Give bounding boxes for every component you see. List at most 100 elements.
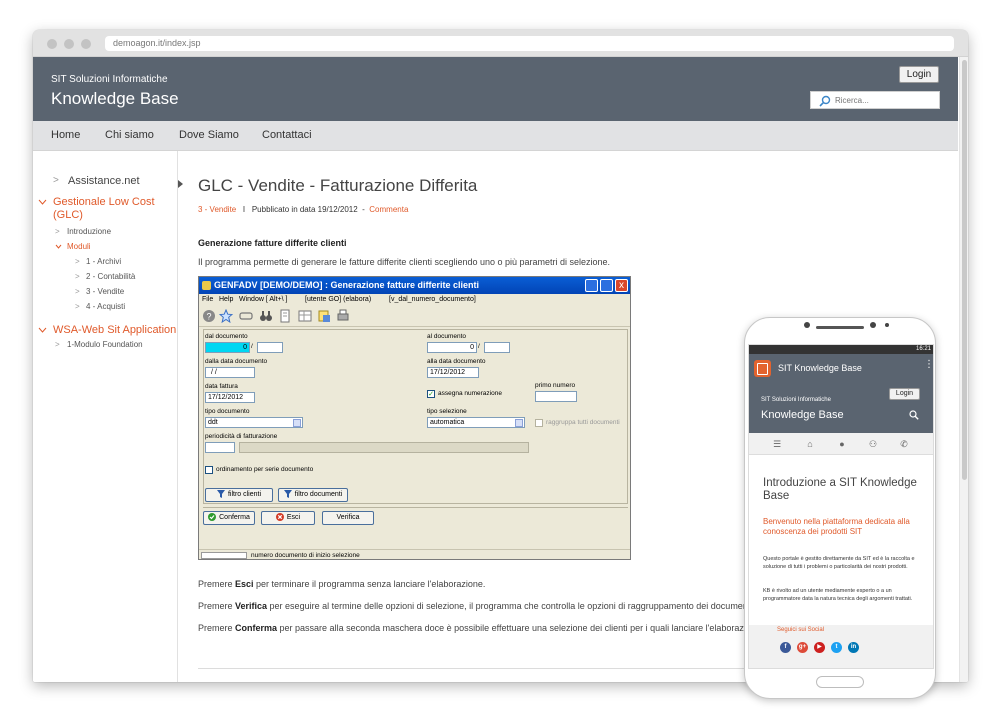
window-close-dot[interactable] <box>47 39 57 49</box>
field-dal-documento-serie[interactable] <box>257 342 283 353</box>
home-icon[interactable]: ⌂ <box>804 438 816 450</box>
sidebar-item-archivi[interactable]: > 1 - Archivi <box>75 257 121 266</box>
mobile-nav: ☰ ⌂ ● ⚇ ✆ <box>749 433 933 455</box>
svg-text:?: ? <box>206 312 211 322</box>
phone-home-button[interactable] <box>816 676 864 688</box>
sidebar-item-vendite[interactable]: > 3 - Vendite <box>75 287 124 296</box>
page-scrollbar[interactable] <box>959 57 968 682</box>
grid-icon[interactable] <box>298 309 312 323</box>
scrollbar-thumb[interactable] <box>962 60 967 480</box>
sidebar-item-label: 3 - Vendite <box>86 287 125 296</box>
checkbox-ordinamento[interactable] <box>205 466 213 474</box>
checkbox-raggruppa[interactable] <box>535 419 543 427</box>
field-alla-data[interactable]: 17/12/2012 <box>427 367 479 378</box>
window-minimize-dot[interactable] <box>64 39 74 49</box>
app-menubar: File Help Window [ Alt+\ ] [utente GO] (… <box>199 294 630 305</box>
chevron-down-icon <box>55 244 62 249</box>
checkbox-assegna-numerazione[interactable]: ✓ <box>427 390 435 398</box>
filtro-clienti-button[interactable]: filtro clienti <box>205 488 273 502</box>
nav-item-home[interactable]: Home <box>51 129 80 141</box>
star-icon[interactable] <box>219 309 233 323</box>
conferma-button[interactable]: Conferma <box>203 511 255 525</box>
mobile-page-subtitle: Benvenuto nella piattaforma dedicata all… <box>763 517 910 536</box>
intro-paragraph: Il programma permette di generare le fat… <box>198 257 611 267</box>
category-link[interactable]: 3 - Vendite <box>198 205 236 214</box>
paragraph-keyword: Conferma <box>235 623 278 633</box>
sidebar-item-foundation[interactable]: > 1-Modulo Foundation <box>55 340 143 349</box>
label-tipo-documento: tipo documento <box>205 408 250 415</box>
meta-dash: - <box>362 205 365 214</box>
org-icon[interactable]: ⚇ <box>867 438 879 450</box>
browser-toolbar: demoagon.it/index.jsp <box>33 30 968 57</box>
comment-link[interactable]: Commenta <box>369 205 408 214</box>
field-dalla-data[interactable]: / / <box>205 367 255 378</box>
label-periodicita: periodicità di fatturazione <box>205 433 278 440</box>
verifica-button[interactable]: Verifica <box>322 511 374 525</box>
document-icon[interactable] <box>278 309 292 323</box>
sidebar-item-contabilita[interactable]: > 2 - Contabilità <box>75 272 135 281</box>
app-menu-utente[interactable]: [utente GO] (elabora) <box>305 294 371 305</box>
sidebar-item-acquisti[interactable]: > 4 - Acquisti <box>75 302 125 311</box>
kebab-menu-icon[interactable]: ⋮ <box>924 360 933 370</box>
field-primo-numero[interactable] <box>535 391 577 402</box>
cancel-circle-icon <box>275 513 284 522</box>
nav-item-dove-siamo[interactable]: Dove Siamo <box>179 129 239 141</box>
select-tipo-selezione[interactable]: automatica <box>427 417 525 428</box>
kb-app-icon <box>754 360 771 377</box>
phone-icon[interactable]: ✆ <box>898 438 910 450</box>
sidebar-item-introduzione[interactable]: > Introduzione <box>55 227 111 236</box>
page-title: GLC - Vendite - Fatturazione Differita <box>198 176 478 195</box>
select-tipo-documento[interactable]: ddt <box>205 417 303 428</box>
sidebar-item-label: 1 - Archivi <box>86 257 122 266</box>
address-bar[interactable]: demoagon.it/index.jsp <box>105 36 954 51</box>
paragraph-conferma: Premere Conferma per passare alla second… <box>198 623 763 633</box>
nav-item-contattaci[interactable]: Contattaci <box>262 129 312 141</box>
app-close-button[interactable]: x <box>615 279 628 292</box>
nav-item-chi-siamo[interactable]: Chi siamo <box>105 129 154 141</box>
field-periodicita-codice[interactable] <box>205 442 235 453</box>
linkedin-icon[interactable]: in <box>848 642 859 653</box>
app-minimize-button[interactable] <box>585 279 598 292</box>
search-icon[interactable] <box>909 410 919 420</box>
sidebar-item-wsa[interactable]: WSA-Web Sit Application <box>38 324 176 336</box>
app-menu-help[interactable]: Help <box>219 294 233 305</box>
google-plus-icon[interactable]: g+ <box>797 642 808 653</box>
export-icon[interactable] <box>317 309 331 323</box>
filtro-documenti-button[interactable]: filtro documenti <box>278 488 348 502</box>
link-icon[interactable] <box>239 309 253 323</box>
field-dal-documento[interactable]: 0 <box>205 342 250 353</box>
search-box[interactable] <box>810 91 940 109</box>
main-nav: Home Chi siamo Dove Siamo Contattaci <box>33 121 958 151</box>
user-icon[interactable]: ● <box>836 438 848 450</box>
login-button[interactable]: Login <box>899 66 939 83</box>
meta-separator: I <box>242 205 246 214</box>
app-maximize-button[interactable] <box>600 279 613 292</box>
facebook-icon[interactable]: f <box>780 642 791 653</box>
esci-button[interactable]: Esci <box>261 511 315 525</box>
phone-mockup: 16:21 SIT Knowledge Base ⋮ Login SIT Sol… <box>744 317 936 699</box>
dropdown-arrow-icon[interactable] <box>515 419 523 427</box>
menu-icon[interactable]: ☰ <box>771 438 783 450</box>
site-title[interactable]: Knowledge Base <box>51 89 179 109</box>
window-maximize-dot[interactable] <box>81 39 91 49</box>
app-menu-file[interactable]: File <box>202 294 213 305</box>
app-menu-window[interactable]: Window [ Alt+\ ] <box>239 294 287 305</box>
print-icon[interactable] <box>336 309 350 323</box>
twitter-icon[interactable]: t <box>831 642 842 653</box>
help-icon[interactable]: ? <box>202 309 216 323</box>
search-input[interactable] <box>835 94 935 107</box>
mobile-login-button[interactable]: Login <box>889 388 920 400</box>
youtube-icon[interactable]: ▶ <box>814 642 825 653</box>
field-al-documento[interactable]: 0 <box>427 342 477 353</box>
sidebar-item-glc[interactable]: Gestionale Low Cost (GLC) <box>38 196 155 222</box>
label-ordinamento: ordinamento per serie documento <box>216 466 314 473</box>
binoculars-icon[interactable] <box>259 309 273 323</box>
chevron-right-icon: > <box>75 257 80 266</box>
sidebar-item-moduli[interactable]: Moduli <box>55 242 91 251</box>
dropdown-arrow-icon[interactable] <box>293 419 301 427</box>
mobile-site-title[interactable]: Knowledge Base <box>761 409 844 421</box>
field-al-documento-serie[interactable] <box>484 342 510 353</box>
sidebar-item-assistance[interactable]: > Assistance.net <box>53 175 140 187</box>
field-data-fattura[interactable]: 17/12/2012 <box>205 392 255 403</box>
filtro-documenti-label: filtro documenti <box>294 491 343 498</box>
